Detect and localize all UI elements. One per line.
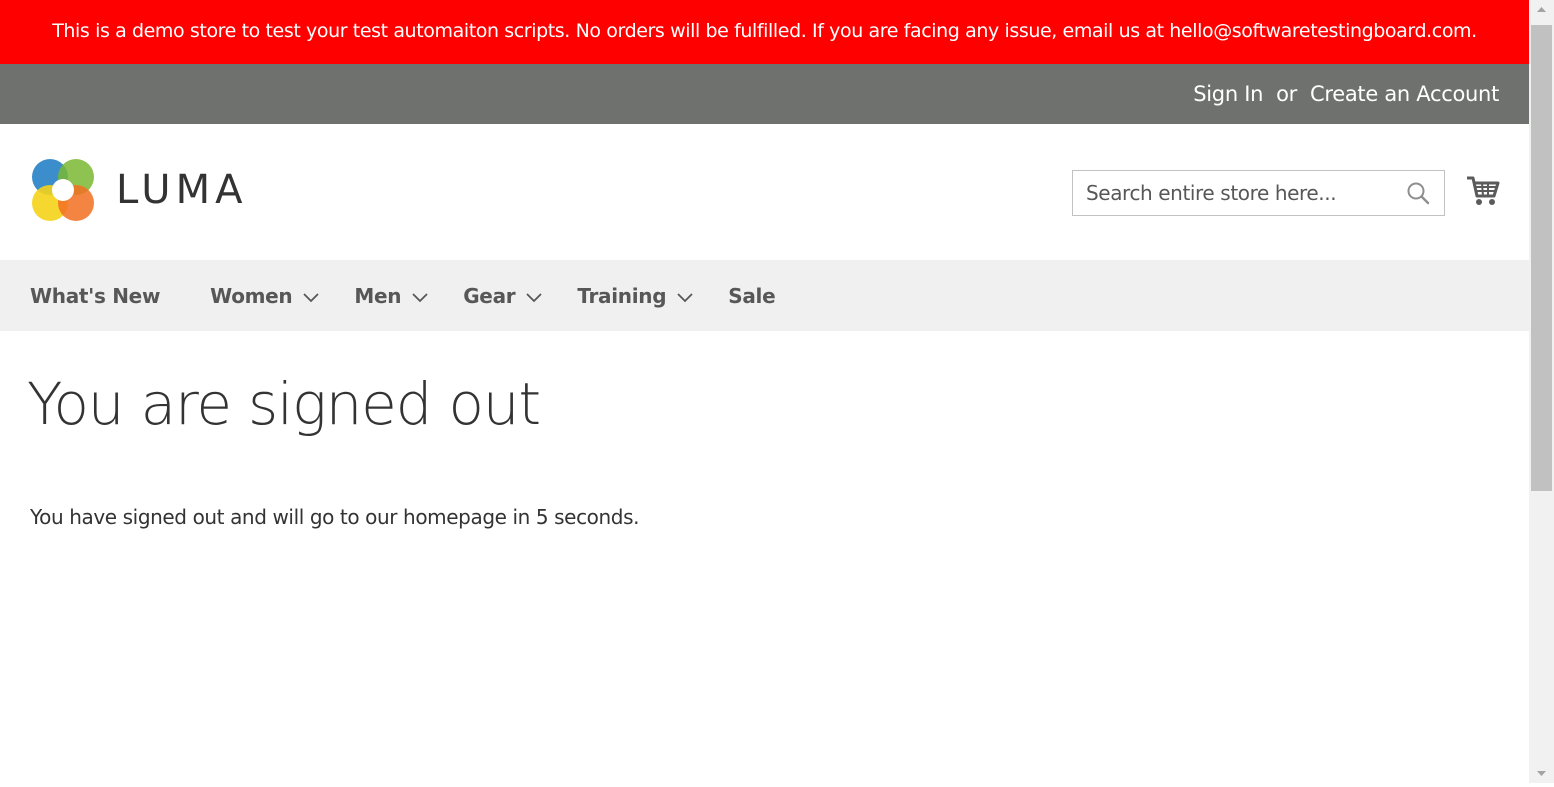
nav-item-sale[interactable]: Sale	[728, 284, 775, 308]
nav-item-label: Sale	[728, 283, 776, 308]
chevron-down-icon	[303, 292, 320, 302]
vertical-scrollbar[interactable]	[1529, 0, 1554, 783]
search-input[interactable]	[1073, 171, 1406, 215]
search-icon[interactable]	[1406, 181, 1430, 209]
demo-notice-text: This is a demo store to test your test a…	[52, 20, 1477, 42]
search-box	[1072, 170, 1445, 216]
chevron-down-icon	[412, 292, 428, 302]
luma-logo-icon	[32, 159, 94, 221]
main-content: You are signed out You have signed out a…	[0, 371, 1529, 529]
scroll-up-arrow-icon[interactable]	[1529, 0, 1554, 20]
chevron-down-icon	[677, 292, 693, 302]
shopping-cart-icon[interactable]	[1466, 174, 1500, 212]
demo-notice-banner: This is a demo store to test your test a…	[0, 0, 1529, 64]
nav-item-label: What's New	[30, 283, 161, 308]
or-separator: or	[1276, 82, 1297, 106]
nav-item-women[interactable]: Women	[210, 284, 320, 308]
main-navigation: What's New Women Men Gear Training Sale	[0, 260, 1529, 331]
create-account-link[interactable]: Create an Account	[1310, 82, 1499, 106]
site-header: LUMA	[0, 124, 1529, 260]
scrollbar-thumb[interactable]	[1531, 25, 1552, 491]
account-panel: Sign In or Create an Account	[0, 64, 1529, 124]
luma-logo[interactable]: LUMA	[30, 157, 247, 223]
nav-item-label: Men	[354, 283, 402, 308]
page: This is a demo store to test your test a…	[0, 0, 1529, 783]
signed-out-message: You have signed out and will go to our h…	[30, 505, 640, 529]
logo-text: LUMA	[116, 167, 248, 213]
nav-item-label: Women	[210, 283, 293, 308]
page-title: You are signed out	[27, 370, 541, 438]
scroll-down-arrow-icon[interactable]	[1529, 763, 1554, 783]
nav-item-men[interactable]: Men	[354, 284, 429, 308]
nav-item-whats-new[interactable]: What's New	[30, 284, 160, 308]
nav-item-training[interactable]: Training	[577, 284, 694, 308]
nav-item-label: Training	[577, 283, 667, 308]
sign-in-link[interactable]: Sign In	[1193, 82, 1263, 106]
nav-item-gear[interactable]: Gear	[463, 284, 543, 308]
nav-item-label: Gear	[463, 283, 516, 308]
chevron-down-icon	[526, 292, 542, 302]
